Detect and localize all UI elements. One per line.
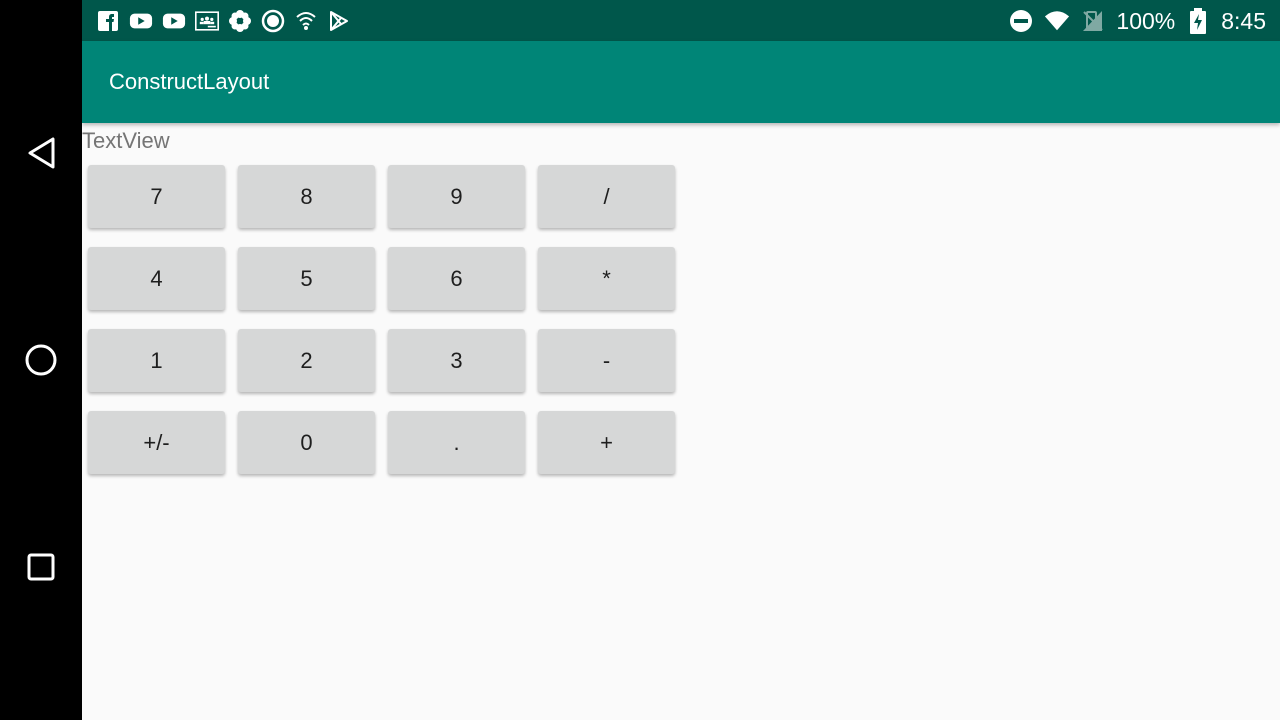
multiply-button[interactable]: * — [538, 247, 675, 310]
circle-app-icon — [261, 9, 285, 33]
recents-icon[interactable] — [21, 547, 61, 587]
battery-percent: 100% — [1116, 7, 1176, 34]
add-button[interactable]: + — [538, 411, 675, 474]
key-4-button[interactable]: 4 — [88, 247, 225, 310]
negate-button[interactable]: +/- — [88, 411, 225, 474]
youtube-icon — [129, 9, 153, 33]
key-7-button[interactable]: 7 — [88, 165, 225, 228]
key-5-button[interactable]: 5 — [238, 247, 375, 310]
no-signal-icon — [1080, 8, 1106, 34]
wifi-icon — [1044, 8, 1070, 34]
keypad: 7 8 9 / 4 5 6 * 1 2 3 - +/- 0 . + — [88, 165, 675, 474]
key-8-button[interactable]: 8 — [238, 165, 375, 228]
navigation-bar — [0, 0, 82, 720]
wifi-lock-icon — [294, 9, 318, 33]
key-1-button[interactable]: 1 — [88, 329, 225, 392]
display-textview: TextView — [82, 128, 170, 153]
youtube-icon — [162, 9, 186, 33]
system-status: 100% 8:45 — [1008, 6, 1266, 36]
notification-icons — [96, 8, 351, 34]
divide-button[interactable]: / — [538, 165, 675, 228]
key-6-button[interactable]: 6 — [388, 247, 525, 310]
key-9-button[interactable]: 9 — [388, 165, 525, 228]
classroom-icon — [195, 9, 219, 33]
decimal-button[interactable]: . — [388, 411, 525, 474]
facebook-icon — [96, 9, 120, 33]
clock: 8:45 — [1221, 7, 1266, 34]
back-icon[interactable] — [21, 133, 61, 173]
key-0-button[interactable]: 0 — [238, 411, 375, 474]
do-not-disturb-icon — [1008, 8, 1034, 34]
home-icon[interactable] — [21, 340, 61, 380]
app-screen: 100% 8:45 ConstructLayout TextView 7 8 9… — [82, 0, 1280, 720]
play-store-icon — [327, 9, 351, 33]
battery-charging-icon — [1185, 8, 1211, 34]
key-3-button[interactable]: 3 — [388, 329, 525, 392]
page-title: ConstructLayout — [109, 69, 270, 94]
subtract-button[interactable]: - — [538, 329, 675, 392]
flower-icon — [228, 9, 252, 33]
status-bar: 100% 8:45 — [82, 0, 1280, 41]
app-bar: ConstructLayout — [82, 41, 1280, 123]
key-2-button[interactable]: 2 — [238, 329, 375, 392]
